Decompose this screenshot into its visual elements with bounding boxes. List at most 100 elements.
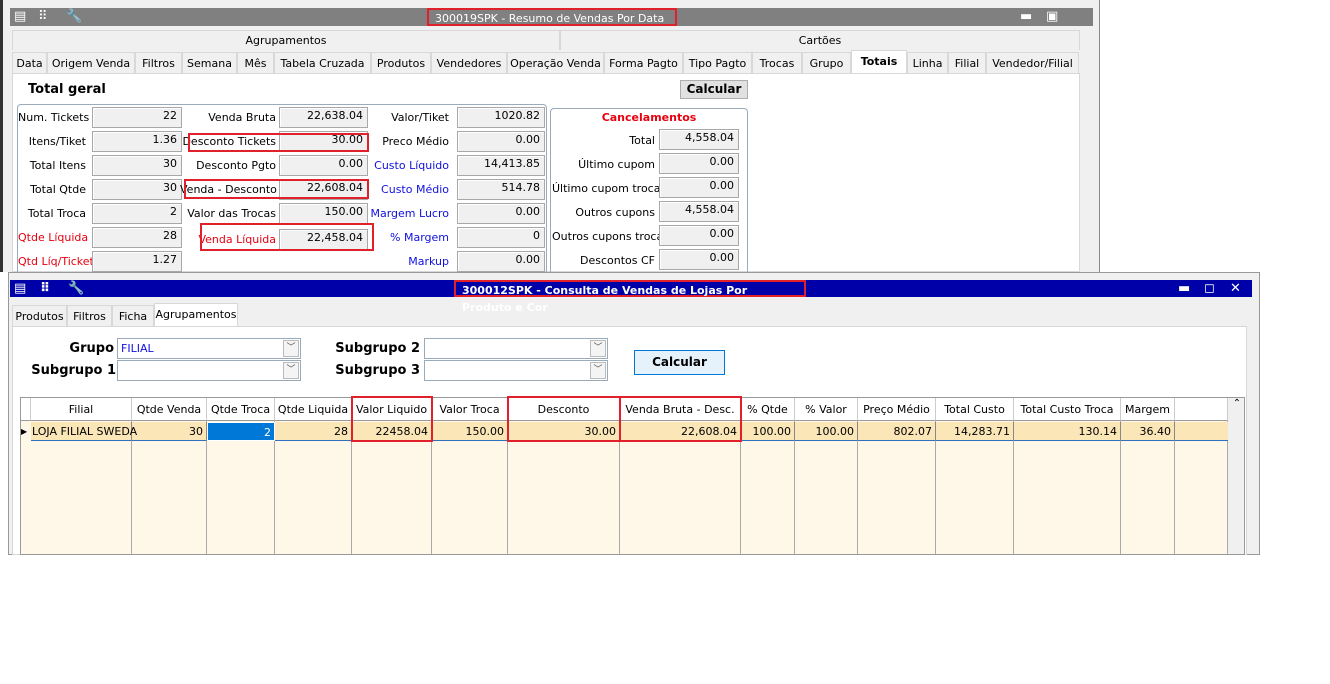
tab-totais[interactable]: Totais [851, 50, 907, 75]
calcular-button-2[interactable]: Calcular [634, 350, 725, 375]
window2-titlebar[interactable]: ▤ ⠿ 🔧 300012SPK - Consulta de Vendas de … [10, 280, 1252, 314]
label-col1-5: Qtde Líquida [18, 231, 89, 244]
subgrupo3-select[interactable]: ﹀ [424, 360, 608, 381]
tab-linha[interactable]: Linha [907, 52, 948, 74]
column-header[interactable]: Margem [1121, 398, 1175, 421]
tab-vendedor-filial[interactable]: Vendedor/Filial [986, 52, 1079, 74]
tab2-filtros[interactable]: Filtros [67, 305, 112, 327]
value-col2-1: 30.00 [279, 131, 368, 152]
chevron-down-icon[interactable]: ﹀ [283, 362, 299, 379]
traffic-light-icon[interactable]: ⠿ [40, 281, 50, 296]
calcular-button[interactable]: Calcular [680, 80, 748, 99]
grid-cell: 14,283.71 [936, 422, 1014, 441]
minimize-icon[interactable]: ▬ [1020, 9, 1032, 24]
tab2-agrupamentos[interactable]: Agrupamentos [154, 303, 238, 328]
maximize-icon[interactable]: ◻ [1204, 281, 1215, 296]
label-col2-1: Desconto Tickets [182, 135, 276, 148]
cancel-value-4: 0.00 [659, 225, 739, 246]
group-cartoes[interactable]: Cartões [560, 30, 1080, 50]
column-header[interactable]: Total Custo [936, 398, 1014, 421]
subgrupo2-label: Subgrupo 2 [335, 341, 420, 356]
window1-titlebar[interactable]: ▤ ⠿ 🔧 300019SPK - Resumo de Vendas Por D… [10, 8, 1093, 42]
label-col1-0: Num. Tickets [18, 111, 90, 124]
cancel-label-0: Total [629, 134, 655, 147]
traffic-light-icon[interactable]: ⠿ [38, 9, 48, 24]
column-header[interactable]: Qtde Troca [207, 398, 275, 421]
grid-cell[interactable]: 2 [207, 422, 275, 441]
section-title: Total geral [28, 82, 106, 97]
maximize-icon[interactable]: ▣ [1046, 9, 1058, 24]
wrench-icon[interactable]: 🔧 [66, 9, 82, 24]
tab-vendedores[interactable]: Vendedores [431, 52, 507, 74]
cancel-label-3: Outros cupons [575, 206, 655, 219]
column-header[interactable]: Total Custo Troca [1014, 398, 1121, 421]
column-header[interactable]: Qtde Venda [132, 398, 207, 421]
column-header[interactable]: % Qtde [741, 398, 795, 421]
close-icon[interactable]: ✕ [1230, 281, 1241, 296]
label-col3-2: Custo Líquido [374, 159, 449, 172]
grid-cell: 30.00 [508, 422, 620, 441]
label-col3-1: Preco Médio [382, 135, 449, 148]
chevron-down-icon[interactable]: ﹀ [590, 362, 606, 379]
column-header[interactable]: Qtde Liquida [275, 398, 352, 421]
group-agrupamentos[interactable]: Agrupamentos [12, 30, 560, 50]
chevron-down-icon[interactable]: ﹀ [283, 340, 299, 357]
tab-produtos[interactable]: Produtos [371, 52, 431, 74]
column-header[interactable]: Valor Liquido [352, 398, 432, 421]
column-header[interactable]: Desconto [508, 398, 620, 421]
label-col1-3: Total Qtde [30, 183, 86, 196]
tab-filial[interactable]: Filial [948, 52, 986, 74]
grid-cell: 22,608.04 [620, 422, 741, 441]
value-col3-0: 1020.82 [457, 107, 545, 128]
cancel-value-5: 0.00 [659, 249, 739, 270]
column-header[interactable]: Filial [31, 398, 132, 421]
column-header[interactable]: % Valor [795, 398, 858, 421]
tab-trocas[interactable]: Trocas [752, 52, 802, 74]
grupo-select[interactable]: FILIAL ﹀ [117, 338, 301, 359]
value-col2-4: 150.00 [279, 203, 368, 224]
subgrupo1-label: Subgrupo 1 [31, 363, 116, 378]
cancel-value-3: 4,558.04 [659, 201, 739, 222]
tab-origem-venda[interactable]: Origem Venda [47, 52, 135, 74]
tab2-ficha[interactable]: Ficha [112, 305, 154, 327]
menu-icon[interactable]: ▤ [14, 9, 26, 24]
column-header[interactable]: Venda Bruta - Desc. [620, 398, 741, 421]
subgrupo1-select[interactable]: ﹀ [117, 360, 301, 381]
tab2-produtos[interactable]: Produtos [12, 305, 67, 327]
tab-tipo-pagto[interactable]: Tipo Pagto [683, 52, 752, 74]
tab-m-s[interactable]: Mês [237, 52, 274, 74]
results-grid[interactable]: ▶ Filial Qtde Venda Qtde Troca Qtde Liquida V… [20, 397, 1245, 555]
value-col1-6: 1.27 [92, 251, 182, 272]
tab-opera-o-venda[interactable]: Operação Venda [507, 52, 604, 74]
cancel-value-0: 4,558.04 [659, 129, 739, 150]
label-col2-0: Venda Bruta [208, 111, 276, 124]
tab-tabela-cruzada[interactable]: Tabela Cruzada [274, 52, 371, 74]
label-col2-2: Desconto Pgto [196, 159, 276, 172]
window2-title: 300012SPK - Consulta de Vendas de Lojas … [454, 280, 806, 314]
tab-forma-pagto[interactable]: Forma Pagto [604, 52, 683, 74]
chevron-down-icon[interactable]: ﹀ [590, 340, 606, 357]
label-col1-6: Qtd Líq/Ticket [18, 255, 94, 268]
subgrupo2-select[interactable]: ﹀ [424, 338, 608, 359]
label-col3-4: Margem Lucro [370, 207, 450, 220]
scrollbar-vertical[interactable]: ⌃ [1228, 398, 1244, 554]
label-col1-2: Total Itens [29, 159, 86, 172]
column-header[interactable]: Valor Troca [432, 398, 508, 421]
value-col1-1: 1.36 [92, 131, 182, 152]
tab-semana[interactable]: Semana [182, 52, 237, 74]
value-col1-3: 30 [92, 179, 182, 200]
tab-filtros[interactable]: Filtros [135, 52, 182, 74]
label-col3-6: Markup [408, 255, 449, 268]
minimize-icon[interactable]: ▬ [1178, 281, 1190, 296]
column-header[interactable]: Preço Médio [858, 398, 936, 421]
value-col2-0: 22,638.04 [279, 107, 368, 128]
label-col1-4: Total Troca [27, 207, 86, 220]
wrench-icon[interactable]: 🔧 [68, 281, 84, 296]
grid-cell: 100.00 [741, 422, 795, 441]
label-col3-0: Valor/Tiket [391, 111, 449, 124]
tab-data[interactable]: Data [12, 52, 47, 74]
tab-grupo[interactable]: Grupo [802, 52, 851, 74]
menu-icon[interactable]: ▤ [14, 281, 26, 296]
grid-cell: 100.00 [795, 422, 858, 441]
label-col1-1: Itens/Tiket [28, 135, 86, 148]
